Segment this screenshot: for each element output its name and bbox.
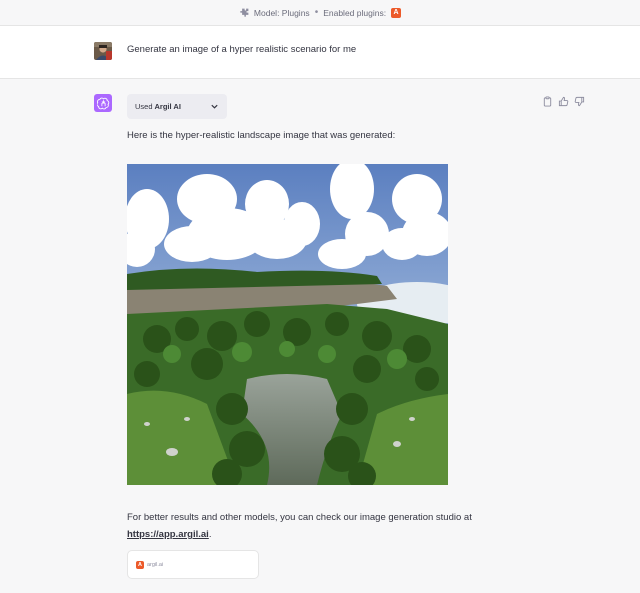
assistant-followup-text: For better results and other models, you…: [127, 509, 527, 543]
user-avatar: [94, 42, 112, 60]
followup-text: For better results and other models, you…: [127, 512, 472, 523]
plugin-used-name: Argil AI: [154, 102, 181, 111]
enabled-plugins-label: Enabled plugins:: [323, 7, 387, 18]
openai-logo-icon: [94, 94, 112, 112]
clipboard-icon[interactable]: [542, 96, 553, 107]
user-message-row: Generate an image of a hyper realistic s…: [0, 26, 640, 79]
puzzle-icon: [239, 8, 249, 18]
assistant-intro-text: Here is the hyper-realistic landscape im…: [127, 130, 396, 141]
assistant-message-row: Used Argil AI Here is the hyper-realisti…: [0, 80, 640, 593]
source-card[interactable]: A argil.ai: [127, 550, 259, 579]
chevron-down-icon: [210, 102, 219, 111]
plugin-used-prefix: Used: [135, 102, 153, 111]
message-actions: [542, 96, 585, 107]
user-message-text: Generate an image of a hyper realistic s…: [127, 44, 357, 55]
thumbs-up-icon[interactable]: [558, 96, 569, 107]
thumbs-down-icon[interactable]: [574, 96, 585, 107]
generated-landscape-image[interactable]: [127, 164, 448, 485]
link-suffix: .: [208, 529, 212, 540]
plugin-used-dropdown[interactable]: Used Argil AI: [127, 94, 227, 119]
argil-logo-icon: A: [136, 560, 144, 569]
model-bar: Model: Plugins • Enabled plugins: A: [0, 0, 640, 26]
argil-plugin-badge[interactable]: A: [391, 7, 402, 18]
model-label: Model: Plugins: [253, 7, 310, 18]
separator: •: [314, 7, 319, 18]
argil-studio-link[interactable]: https://app.argil.ai: [127, 529, 209, 540]
source-card-label: argil.ai: [147, 561, 164, 568]
